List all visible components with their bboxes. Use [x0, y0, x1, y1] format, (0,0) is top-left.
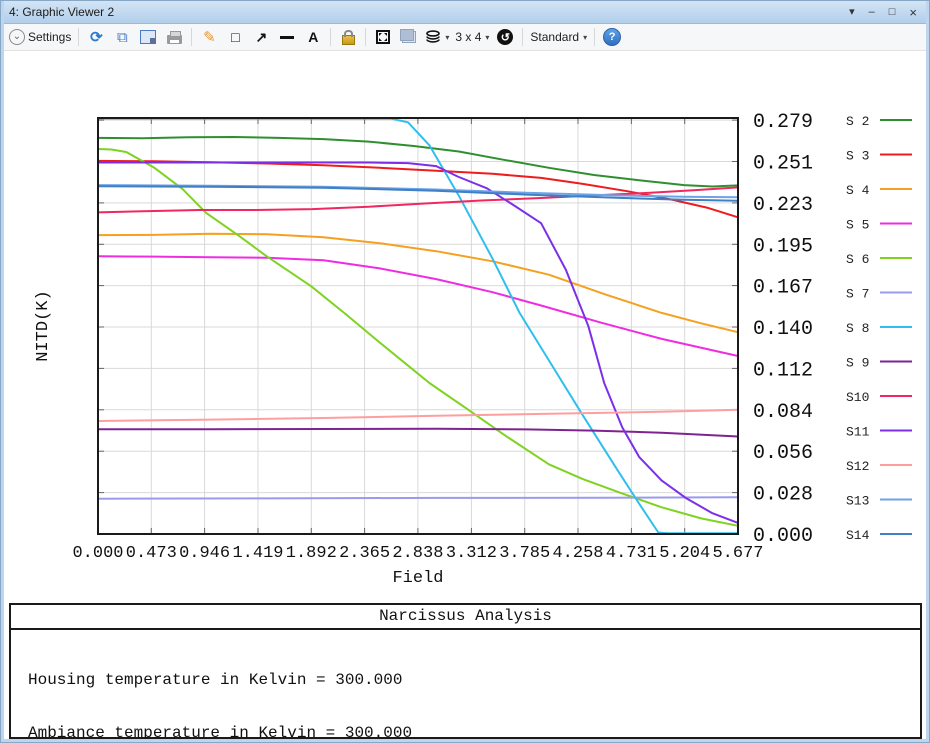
x-tick-label: 3.785	[499, 544, 550, 563]
lock-button[interactable]	[335, 26, 361, 48]
toolbar-separator	[330, 28, 331, 46]
legend-label: S 7	[846, 287, 869, 302]
stack-caret-icon: ▾	[445, 33, 449, 42]
rectangle-tool-button[interactable]: □	[222, 26, 248, 48]
toolbar-separator	[191, 28, 192, 46]
y-tick-label: 0.223	[753, 194, 813, 217]
legend-label: S14	[846, 528, 870, 543]
lock-icon	[342, 35, 355, 45]
narcissus-analysis-panel: Narcissus Analysis Housing temperature i…	[9, 603, 922, 739]
title-bar[interactable]: 4: Graphic Viewer 2 ▾ – □ ×	[1, 1, 929, 24]
layout-mode-caret-icon: ▾	[583, 33, 587, 42]
layers-button[interactable]	[396, 26, 422, 48]
y-tick-label: 0.167	[753, 277, 813, 300]
rectangle-icon: □	[231, 29, 239, 45]
layers-icon	[402, 31, 416, 43]
panel-line-ambiance: Ambiance temperature in Kelvin = 300.000	[28, 725, 920, 743]
x-tick-label: 5.677	[712, 544, 763, 563]
legend-label: S 9	[846, 356, 869, 371]
stack-icon	[425, 30, 441, 44]
save-image-icon	[140, 30, 156, 44]
pencil-tool-button[interactable]: ✎	[196, 26, 222, 48]
rotate-button[interactable]: ↺	[492, 26, 518, 48]
toolbar-separator	[365, 28, 366, 46]
layout-mode-dropdown[interactable]: Standard ▾	[527, 26, 590, 48]
y-tick-label: 0.251	[753, 153, 813, 176]
window-title: 4: Graphic Viewer 2	[9, 5, 849, 19]
text-tool-button[interactable]: A	[300, 26, 326, 48]
help-icon: ?	[603, 28, 621, 46]
grid-size-label: 3 x 4	[455, 30, 481, 44]
window-menu-caret-icon[interactable]: ▾	[849, 7, 855, 18]
copy-button[interactable]: ⧉	[109, 26, 135, 48]
save-image-button[interactable]	[135, 26, 161, 48]
close-button[interactable]: ×	[909, 6, 917, 19]
viewer-content: 0.279 0.251 0.223 0.195 0.167 0.140 0.112 0.084…	[1, 51, 929, 743]
x-tick-label: 1.419	[232, 544, 283, 563]
grid-size-caret-icon: ▾	[485, 33, 489, 42]
toolbar-separator	[522, 28, 523, 46]
grid-size-dropdown[interactable]: 3 x 4 ▾	[452, 26, 492, 48]
legend-label: S 5	[846, 218, 869, 233]
arrow-icon: ↗	[255, 29, 267, 46]
y-tick-label: 0.195	[753, 235, 813, 258]
y-tick-label: 0.112	[753, 359, 813, 382]
y-tick-label: 0.279	[753, 111, 813, 134]
x-tick-label: 4.731	[606, 544, 657, 563]
x-tick-label: 2.365	[339, 544, 390, 563]
stack-button[interactable]: ▾	[422, 26, 452, 48]
series-line-S7	[98, 497, 738, 499]
x-tick-label: 3.312	[446, 544, 497, 563]
y-tick-label: 0.084	[753, 401, 813, 424]
legend-label: S 8	[846, 321, 869, 336]
x-tick-label: 1.892	[286, 544, 337, 563]
chart-canvas[interactable]: 0.279 0.251 0.223 0.195 0.167 0.140 0.112 0.084…	[1, 63, 930, 593]
x-tick-label: 0.946	[179, 544, 230, 563]
refresh-icon: ⟳	[90, 28, 103, 46]
help-button[interactable]: ?	[599, 26, 625, 48]
layout-mode-label: Standard	[530, 30, 579, 44]
panel-title: Narcissus Analysis	[11, 605, 920, 630]
legend-label: S13	[846, 494, 869, 509]
pencil-icon: ✎	[203, 28, 216, 46]
refresh-button[interactable]: ⟳	[83, 26, 109, 48]
rotate-icon: ↺	[497, 29, 513, 45]
fit-view-button[interactable]	[370, 26, 396, 48]
legend-label: S 6	[846, 252, 869, 267]
legend-label: S 2	[846, 114, 869, 129]
line-icon	[280, 36, 294, 39]
printer-icon	[167, 35, 182, 44]
x-tick-label: 0.473	[126, 544, 177, 563]
toolbar-separator	[594, 28, 595, 46]
legend-label: S 4	[846, 183, 870, 198]
arrow-tool-button[interactable]: ↗	[248, 26, 274, 48]
text-icon: A	[308, 29, 318, 45]
y-tick-label: 0.140	[753, 318, 813, 341]
settings-button[interactable]: ⌄ Settings	[6, 26, 74, 48]
y-tick-label: 0.056	[753, 442, 813, 465]
y-tick-label: 0.028	[753, 484, 813, 507]
x-tick-label: 2.838	[392, 544, 443, 563]
x-tick-label: 5.204	[659, 544, 710, 563]
legend-label: S11	[846, 425, 870, 440]
chevron-down-circle-icon: ⌄	[9, 29, 25, 45]
legend-label: S12	[846, 459, 869, 474]
legend-label: S 3	[846, 149, 869, 164]
fit-view-icon	[375, 29, 391, 45]
panel-line-housing: Housing temperature in Kelvin = 300.000	[28, 672, 920, 690]
toolbar-separator	[78, 28, 79, 46]
legend-label: S10	[846, 390, 869, 405]
x-axis-title: Field	[392, 569, 443, 588]
line-tool-button[interactable]	[274, 26, 300, 48]
minimize-button[interactable]: –	[869, 7, 875, 18]
toolbar: ⌄ Settings ⟳ ⧉ ✎ □ ↗ A ▾	[1, 24, 929, 51]
x-tick-label: 4.258	[552, 544, 603, 563]
graphic-viewer-window: 4: Graphic Viewer 2 ▾ – □ × ⌄ Settings ⟳…	[0, 0, 930, 743]
maximize-button[interactable]: □	[889, 7, 896, 18]
settings-label: Settings	[28, 30, 71, 44]
print-button[interactable]	[161, 26, 187, 48]
y-axis-title: NITD(K)	[34, 290, 53, 361]
x-tick-label: 0.000	[72, 544, 123, 563]
copy-icon: ⧉	[117, 29, 128, 46]
